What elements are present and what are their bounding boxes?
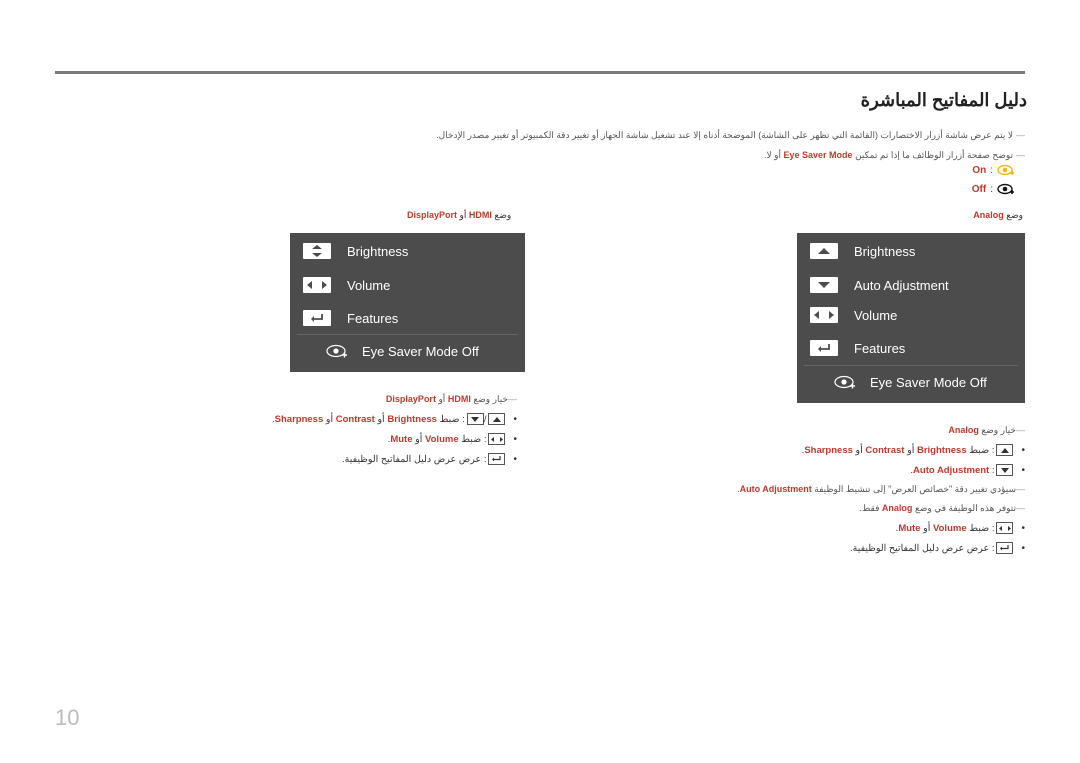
note-dash: —: [1016, 130, 1025, 140]
bullet-auto-adjustment: • : Auto Adjustment.: [910, 464, 1025, 476]
page-number: 10: [55, 705, 80, 730]
osd-eye-saver-status[interactable]: Eye Saver Mode Off: [834, 375, 987, 390]
bullet-brightness: • / : ضبط Brightness أو Contrast أو Shar…: [272, 413, 517, 425]
down-key-icon: [996, 464, 1014, 476]
osd-panel-hdmi: Brightness Volume Features Eye Saver Mod…: [290, 233, 525, 372]
eye-saver-on-icon: [997, 164, 1014, 176]
eye-saver-off-icon: [997, 183, 1014, 195]
osd-item-volume[interactable]: Volume: [303, 277, 390, 293]
mode-label-hdmi-dp: وضع HDMI أو DisplayPort: [407, 210, 512, 220]
enter-key-icon: [303, 310, 331, 326]
down-key-icon: [466, 413, 484, 425]
osd-item-features[interactable]: Features: [810, 340, 905, 356]
left-right-key-icon: [303, 277, 331, 293]
down-key-icon: [810, 277, 838, 293]
up-key-icon: [810, 243, 838, 259]
left-right-key-icon: [996, 522, 1014, 534]
header-rule: [55, 71, 1025, 74]
osd-item-auto-adjustment[interactable]: Auto Adjustment: [810, 277, 949, 293]
osd-panel-analog: Brightness Auto Adjustment Volume Featur…: [797, 233, 1025, 403]
enter-key-icon: [488, 453, 506, 465]
osd-item-brightness[interactable]: Brightness: [810, 243, 915, 259]
left-right-key-icon: [488, 433, 506, 445]
note-auto-adjustment: —سيؤدي تغيير دقة "خصائص العرض" إلى تنشيط…: [737, 484, 1025, 494]
up-key-icon: [488, 413, 506, 425]
mode-label-analog: وضع Analog: [973, 210, 1023, 220]
left-right-key-icon: [810, 307, 838, 323]
enter-key-icon: [810, 340, 838, 356]
page-title: دليل المفاتيح المباشرة: [860, 90, 1027, 110]
bullet-features: • : عرض عرض دليل المفاتيح الوظيفية.: [342, 453, 517, 465]
note-eye-saver: —توضح صفحة أزرار الوظائف ما إذا تم تمكين…: [764, 150, 1025, 160]
osd-item-features[interactable]: Features: [303, 310, 398, 326]
enter-key-icon: [996, 542, 1014, 554]
bullet-volume: • : ضبط Volume أو Mute.: [387, 433, 517, 445]
eye-saver-off-legend: Off :: [972, 183, 1015, 196]
up-key-icon: [996, 444, 1014, 456]
option-title-hdmi: —خيار وضع HDMI أو DisplayPort: [385, 394, 517, 404]
osd-divider: [297, 334, 518, 335]
osd-item-brightness[interactable]: Brightness: [303, 243, 408, 259]
note-analog-only: —تتوفر هذه الوظيفة في وضع Analog فقط.: [859, 503, 1026, 513]
eye-saver-on-legend: On :: [972, 164, 1015, 177]
hdmi-options-list: —خيار وضع HDMI أو DisplayPort • / : ضبط …: [272, 394, 517, 473]
bullet-brightness: • : ضبط Brightness أو Contrast أو Sharpn…: [801, 444, 1025, 456]
option-title-analog: —خيار وضع Analog: [948, 425, 1025, 435]
bullet-volume: • : ضبط Volume أو Mute.: [895, 522, 1025, 534]
analog-options-list: —خيار وضع Analog • : ضبط Brightness أو C…: [737, 425, 1025, 562]
bullet-features: • : عرض عرض دليل المفاتيح الوظيفية.: [850, 542, 1025, 554]
eye-saver-icon: [326, 344, 347, 358]
note-shortcut-display: —لا يتم عرض شاشة أزرار الاختصارات (القائ…: [436, 130, 1025, 140]
up-down-key-icon: [303, 243, 331, 259]
eye-saver-icon: [834, 375, 855, 389]
osd-eye-saver-status[interactable]: Eye Saver Mode Off: [326, 344, 479, 359]
osd-item-volume[interactable]: Volume: [810, 307, 897, 323]
osd-divider: [804, 365, 1018, 366]
